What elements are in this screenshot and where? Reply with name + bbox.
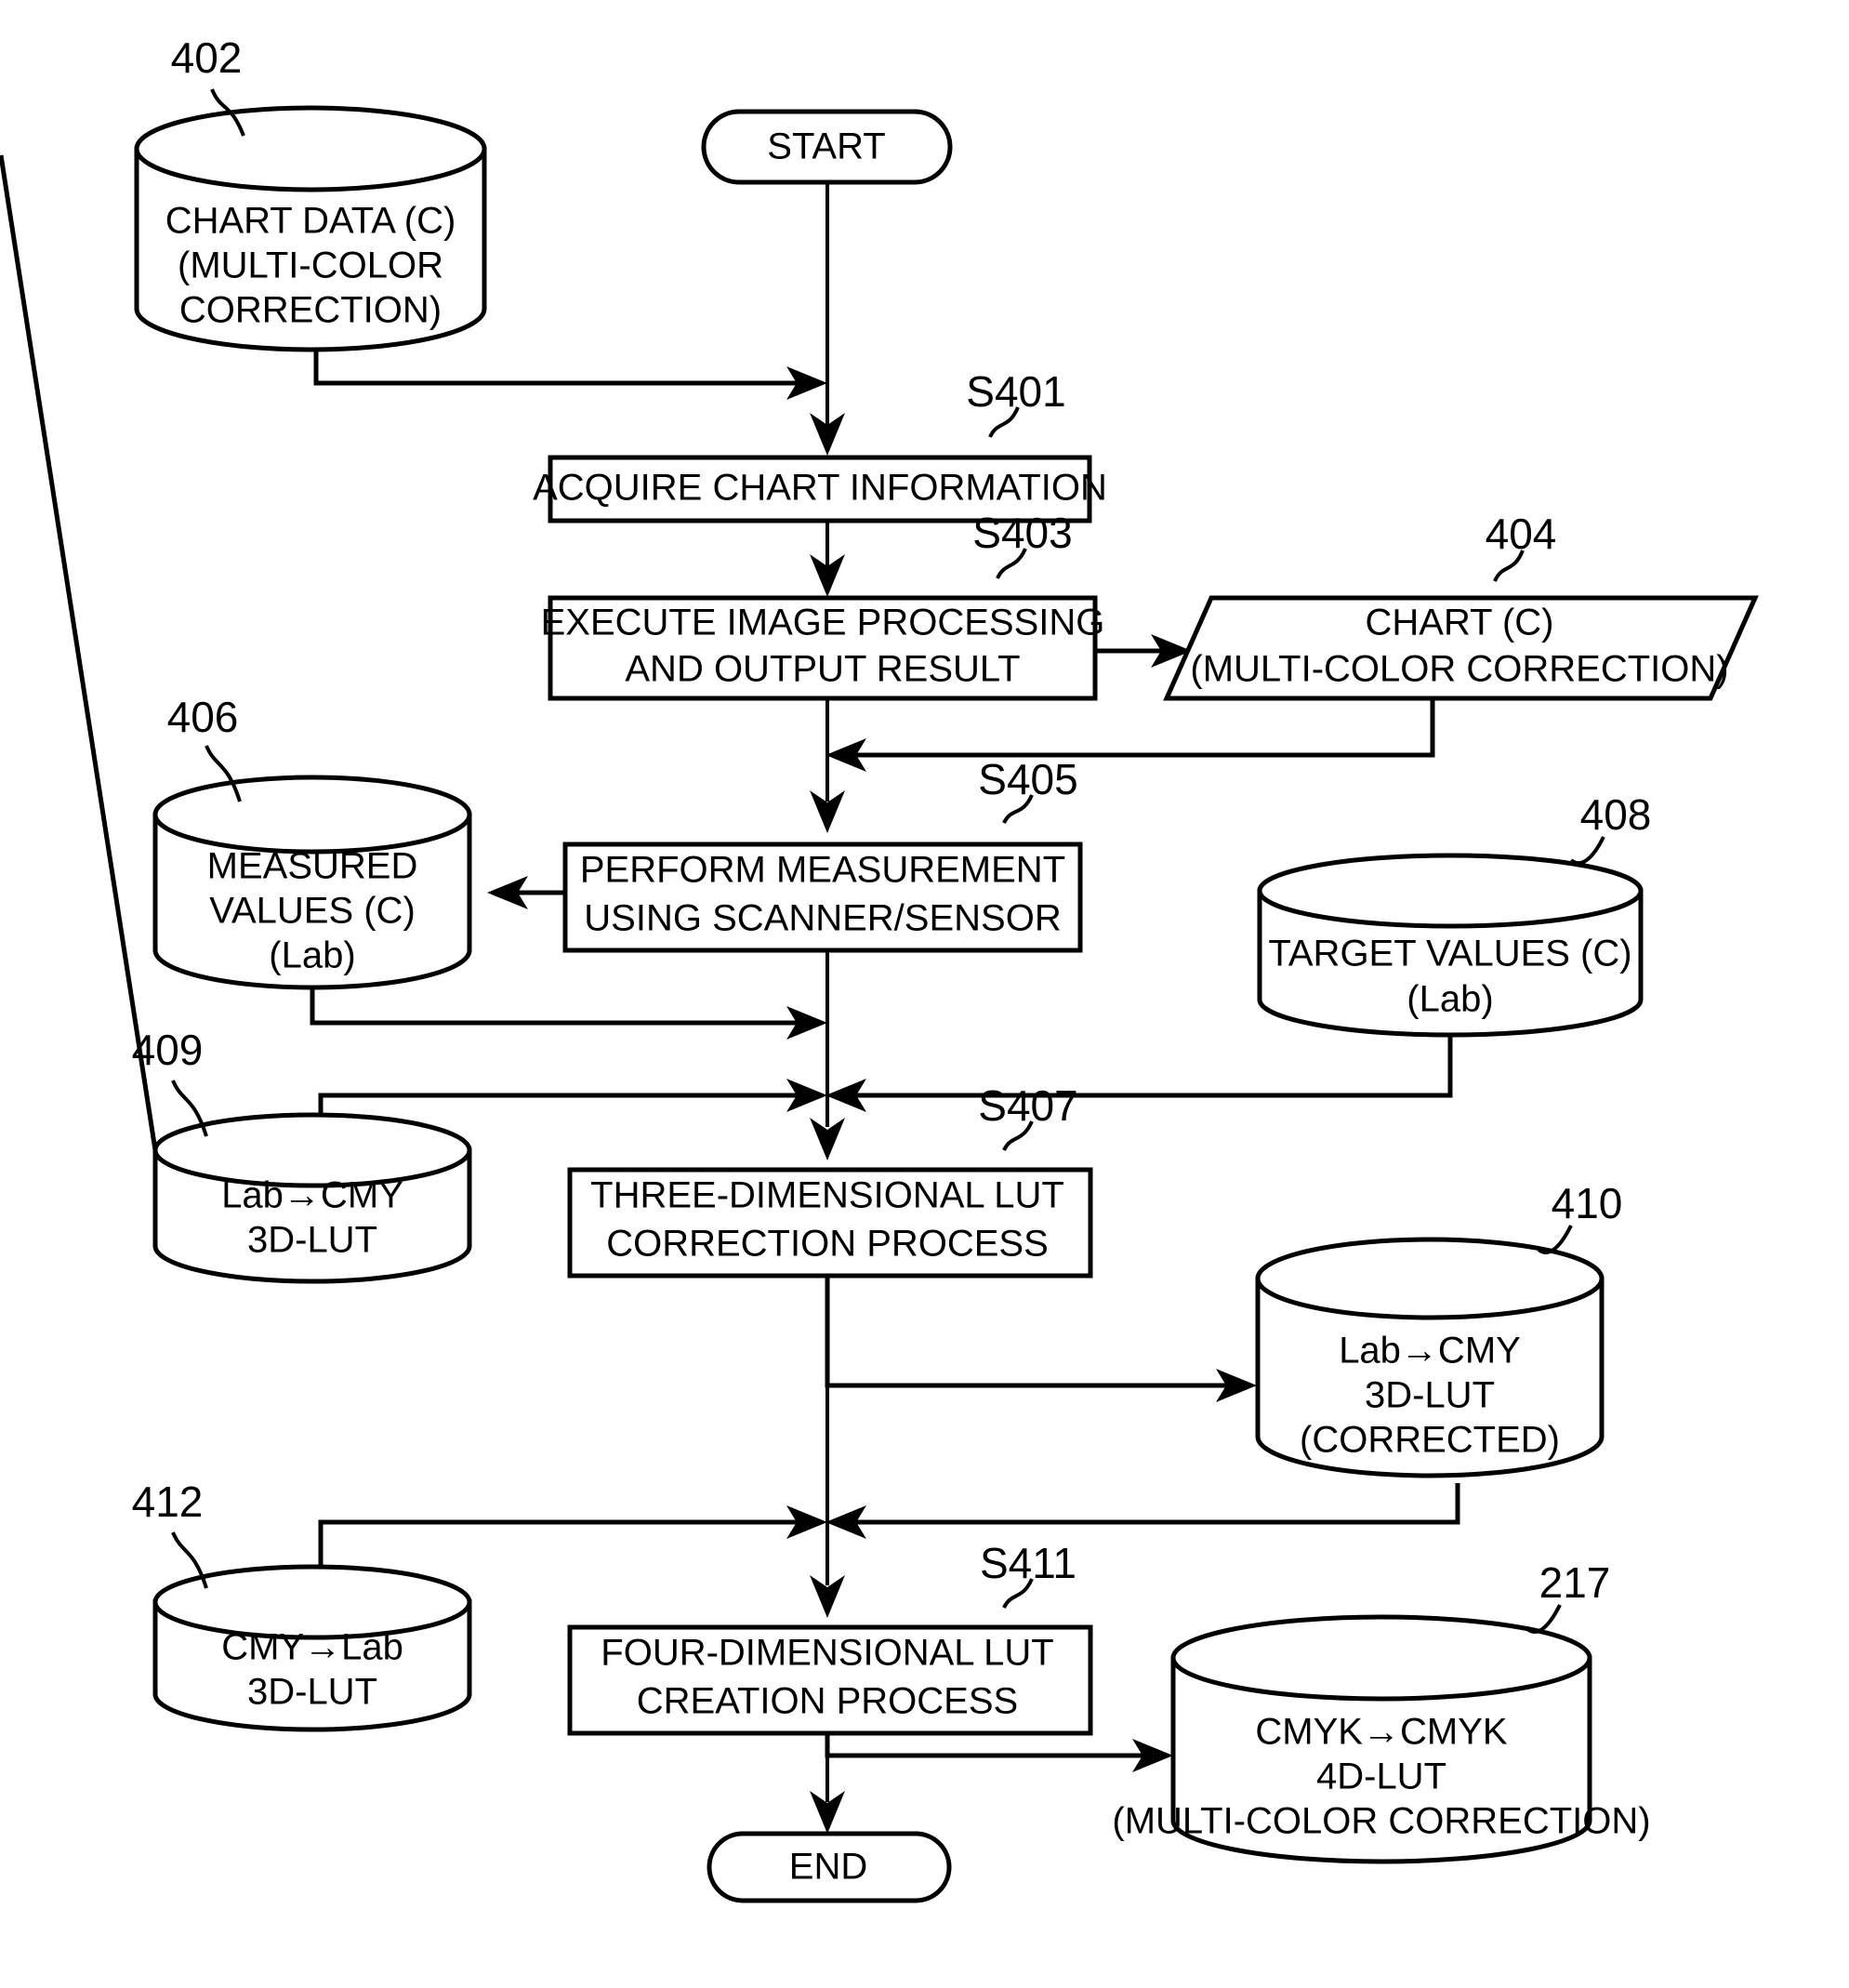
process-s401: ACQUIRE CHART INFORMATION S401 — [533, 367, 1107, 524]
data-store-409-line1: Lab→CMY — [221, 1175, 403, 1216]
process-s405-line2: USING SCANNER/SENSOR — [584, 898, 1061, 939]
end-terminal: END — [707, 1831, 952, 1903]
process-s407-line1: THREE-DIMENSIONAL LUT — [590, 1175, 1064, 1216]
data-store-406: MEASURED VALUES (C) (Lab) 406 — [152, 693, 472, 990]
process-s403-line1: EXECUTE IMAGE PROCESSING — [541, 603, 1105, 643]
connector-s407-to-s411 — [810, 1237, 845, 1618]
data-store-402-line3: CORRECTION) — [179, 290, 442, 331]
process-s411-line1: FOUR-DIMENSIONAL LUT — [601, 1633, 1053, 1674]
document-404-line2: (MULTI-COLOR CORRECTION) — [1190, 649, 1728, 690]
reference-numeral-406: 406 — [167, 693, 239, 741]
connector-s405-to-406 — [487, 876, 565, 909]
data-store-217-line3: (MULTI-COLOR CORRECTION) — [1112, 1801, 1650, 1842]
data-store-412: CMY→Lab 3D-LUT 412 — [132, 1478, 472, 1732]
process-s403: EXECUTE IMAGE PROCESSING AND OUTPUT RESU… — [541, 509, 1105, 701]
data-store-412-line2: 3D-LUT — [247, 1672, 377, 1713]
reference-numeral-404: 404 — [1486, 510, 1557, 558]
connector-start-to-s401 — [810, 149, 845, 456]
flowchart-canvas: START CHART DATA (C) (MULTI-COLOR CORREC… — [0, 0, 1849, 1988]
process-s407: THREE-DIMENSIONAL LUT CORRECTION PROCESS… — [567, 1081, 1093, 1279]
data-store-217-line1: CMYK→CMYK — [1255, 1712, 1507, 1753]
data-store-410: Lab→CMY 3D-LUT (CORRECTED) 410 — [1255, 1179, 1623, 1478]
connector-412-to-spine — [318, 1505, 827, 1571]
reference-numeral-s401: S401 — [966, 367, 1065, 416]
connector-s405-to-s407 — [810, 950, 845, 1160]
data-store-408-line1: TARGET VALUES (C) — [1268, 934, 1631, 974]
reference-numeral-s405: S405 — [978, 755, 1077, 803]
start-terminal: START — [701, 109, 953, 185]
process-s405-line1: PERFORM MEASUREMENT — [580, 850, 1065, 891]
end-label: END — [789, 1847, 867, 1888]
reference-numeral-408: 408 — [1580, 790, 1652, 839]
connector-s403-to-404 — [1095, 634, 1192, 668]
data-store-408-line2: (Lab) — [1407, 979, 1493, 1020]
reference-numeral-s411: S411 — [980, 1539, 1076, 1587]
reference-numeral-412: 412 — [132, 1478, 204, 1526]
reference-numeral-409: 409 — [132, 1026, 204, 1074]
data-store-408: TARGET VALUES (C) (Lab) 408 — [1257, 790, 1652, 1038]
reference-numeral-410: 410 — [1552, 1179, 1623, 1227]
process-s405: PERFORM MEASUREMENT USING SCANNER/SENSOR… — [562, 755, 1083, 953]
data-store-217: CMYK→CMYK 4D-LUT (MULTI-COLOR CORRECTION… — [1112, 1558, 1651, 1864]
connector-404-to-spine — [825, 699, 1435, 772]
document-404-line1: CHART (C) — [1366, 603, 1554, 643]
data-store-406-line2: VALUES (C) — [209, 891, 416, 932]
process-s407-line2: CORRECTION PROCESS — [606, 1224, 1049, 1265]
connector-409-to-spine — [318, 1079, 827, 1116]
data-store-406-line1: MEASURED — [207, 846, 418, 887]
reference-numeral-s403: S403 — [972, 509, 1072, 557]
process-s411: FOUR-DIMENSIONAL LUT CREATION PROCESS S4… — [567, 1539, 1093, 1736]
data-store-410-line3: (CORRECTED) — [1300, 1420, 1560, 1461]
document-404: CHART (C) (MULTI-COLOR CORRECTION) 404 — [1163, 510, 1759, 701]
data-store-402-line2: (MULTI-COLOR — [178, 245, 443, 286]
data-store-412-line1: CMY→Lab — [221, 1627, 403, 1668]
data-store-402: CHART DATA (C) (MULTI-COLOR CORRECTION) … — [134, 33, 487, 352]
reference-numeral-402: 402 — [171, 33, 243, 82]
data-store-409-line2: 3D-LUT — [247, 1220, 377, 1261]
reference-numeral-s407: S407 — [978, 1081, 1077, 1130]
data-store-402-line1: CHART DATA (C) — [165, 201, 456, 242]
start-label: START — [767, 126, 885, 167]
connector-410-to-spine — [825, 1483, 1460, 1539]
data-store-410-line2: 3D-LUT — [1365, 1375, 1495, 1416]
connector-s403-to-s405 — [810, 699, 845, 833]
reference-numeral-217: 217 — [1539, 1558, 1611, 1607]
data-store-410-line1: Lab→CMY — [1339, 1331, 1521, 1372]
process-s411-line2: CREATION PROCESS — [637, 1681, 1018, 1722]
data-store-217-line2: 4D-LUT — [1316, 1756, 1446, 1797]
flowchart-diagram: START CHART DATA (C) (MULTI-COLOR CORREC… — [0, 33, 1759, 1903]
data-store-406-line3: (Lab) — [269, 935, 355, 976]
process-s401-label: ACQUIRE CHART INFORMATION — [533, 468, 1107, 509]
process-s403-line2: AND OUTPUT RESULT — [625, 649, 1020, 690]
